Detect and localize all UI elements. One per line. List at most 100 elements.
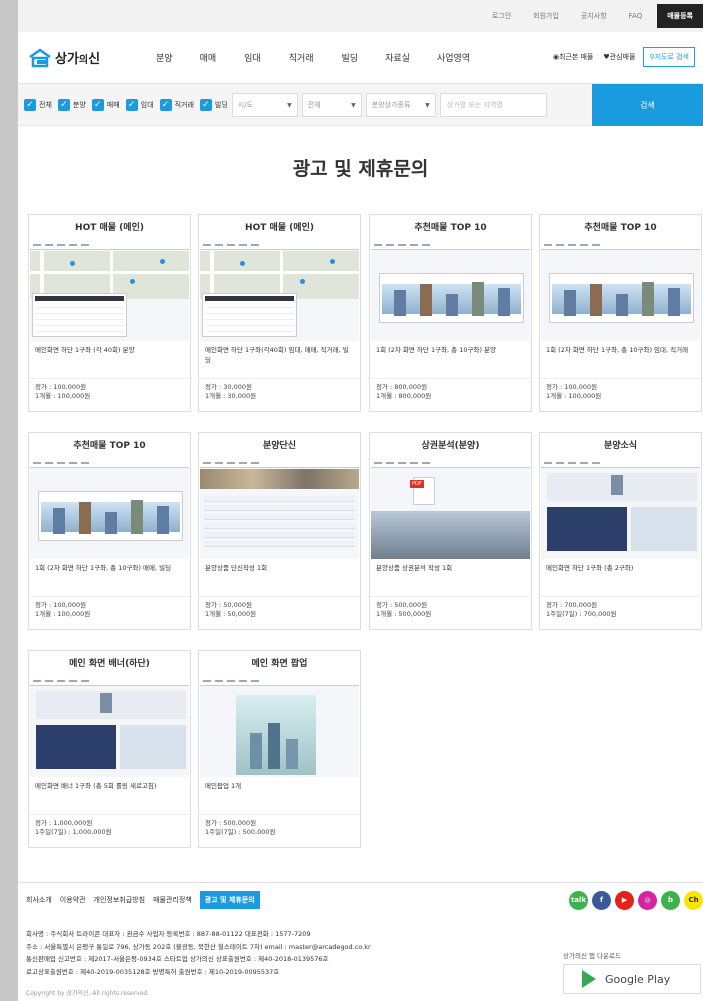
- search-button[interactable]: 검색: [592, 84, 703, 126]
- card-thumbnail: [30, 459, 189, 559]
- footer-link-company[interactable]: 회사소개: [26, 895, 52, 905]
- nav-item-maemae[interactable]: 매매: [200, 51, 217, 64]
- card-period-price: 1개월 : 500,000원: [376, 610, 432, 618]
- favorite-link[interactable]: ♥관심매물: [603, 52, 635, 62]
- thumb-nav: [541, 241, 700, 250]
- facebook-icon[interactable]: f: [592, 891, 611, 910]
- nav-item-business[interactable]: 사업영역: [437, 51, 470, 64]
- thumb-banner: [547, 473, 697, 501]
- card-price: 정가 : 700,000원 1주일(7일) : 700,000원: [540, 597, 701, 629]
- signup-link[interactable]: 회원가입: [533, 11, 559, 21]
- card-price: 정가 : 100,000원 1개월 : 100,000원: [540, 379, 701, 411]
- footer-link-privacy[interactable]: 개인정보취급방침: [94, 895, 146, 905]
- card-period-price: 1개월 : 30,000원: [205, 392, 257, 400]
- card-period-price: 1개월 : 100,000원: [35, 610, 91, 618]
- login-link[interactable]: 로그인: [492, 11, 511, 21]
- top-bar: 로그인 회원가입 공지사항 FAQ 매물등록: [18, 0, 703, 32]
- checkbox-icon: ✓: [125, 98, 138, 111]
- card-period-price: 1주일(7일) : 500,000원: [205, 828, 276, 836]
- nav-item-jikgeorae[interactable]: 직거래: [289, 51, 314, 64]
- main-nav: 분양 매매 임대 직거래 빌딩 자료실 사업영역: [146, 51, 470, 64]
- card-thumbnail: [200, 459, 359, 559]
- nav-item-building[interactable]: 빌딩: [342, 51, 359, 64]
- thumb-photo: [120, 725, 186, 769]
- logo-text-main: 상가: [55, 52, 79, 67]
- ad-product-card[interactable]: 추천매물 TOP 10 1회 (2차 화면 하단 1구좌, 총 10구좌) 분양 정…: [369, 214, 532, 412]
- search-input[interactable]: 상가명 또는 지역명: [439, 92, 547, 117]
- nav-item-bunyang[interactable]: 분양: [156, 51, 173, 64]
- check-jikgeorae[interactable]: ✓ 직거래: [159, 98, 194, 111]
- card-list-price: 정가 : 100,000원: [35, 383, 87, 391]
- ad-product-card[interactable]: 메인 화면 팝업 메인팝업 1개 정가 : 500,000원 1주일(7일) : 50…: [198, 650, 361, 848]
- card-price: 정가 : 100,000원 1개월 : 100,000원: [29, 379, 190, 411]
- header: 상가의신 분양 매매 임대 직거래 빌딩 자료실 사업영역 ◉최근본 매물 ♥관…: [18, 32, 703, 84]
- thumb-nav: [30, 459, 189, 468]
- card-list-price: 정가 : 1,000,000원: [35, 819, 93, 827]
- card-price: 정가 : 500,000원 1주일(7일) : 500,000원: [199, 815, 360, 847]
- checkbox-icon: ✓: [159, 98, 172, 111]
- kakao-icon[interactable]: Ch: [684, 891, 703, 910]
- card-list-price: 정가 : 50,000원: [205, 601, 253, 609]
- card-period-price: 1주일(7일) : 1,000,000원: [35, 828, 112, 836]
- check-bunyang[interactable]: ✓ 분양: [57, 98, 86, 111]
- check-all[interactable]: ✓ 전체: [24, 98, 52, 111]
- card-list-price: 정가 : 500,000원: [376, 601, 428, 609]
- talk-icon[interactable]: talk: [569, 891, 588, 910]
- district-select[interactable]: 전체 ▼: [301, 92, 362, 117]
- card-list-price: 정가 : 800,000원: [376, 383, 428, 391]
- thumb-banner: [36, 691, 186, 719]
- checkbox-icon: ✓: [199, 98, 212, 111]
- google-play-button[interactable]: Google Play: [563, 964, 701, 994]
- chevron-down-icon: ▼: [351, 101, 356, 109]
- card-description: 1회 (2차 화면 하단 1구좌, 총 10구좌) 매매, 빌딩: [29, 559, 190, 597]
- page-title: 광고 및 제휴문의: [292, 158, 429, 180]
- nav-item-archive[interactable]: 자료실: [385, 51, 410, 64]
- check-building[interactable]: ✓ 빌딩: [199, 98, 228, 111]
- card-description: 1회 (2차 화면 하단 1구좌, 총 10구좌) 임대, 직거래: [540, 341, 701, 379]
- card-title: 추천매물 TOP 10: [584, 223, 657, 233]
- thumb-nav: [200, 241, 359, 250]
- thumb-popup: [236, 695, 316, 775]
- thumb-nav: [371, 241, 530, 250]
- card-thumbnail: [200, 677, 359, 777]
- card-thumbnail: [200, 241, 359, 341]
- checkbox-icon: ✓: [57, 98, 70, 111]
- check-maemae[interactable]: ✓ 매매: [91, 98, 120, 111]
- card-price: 정가 : 50,000원 1개월 : 50,000원: [199, 597, 360, 629]
- company-info: 회사명 : 주식회사 트라이콘 대표자 : 권금수 사업자 등록번호 : 887…: [26, 928, 371, 978]
- company-info-line: 주소 : 서울특별시 은평구 통일로 796, 상가동 202호 (불광동, 북…: [26, 942, 371, 951]
- card-price: 정가 : 30,000원 1개월 : 30,000원: [199, 379, 360, 411]
- instagram-icon[interactable]: ◎: [638, 891, 657, 910]
- card-description: 메인화면 배너 1구좌 (총 5회 롤링 새로고침): [29, 777, 190, 815]
- map-search-button[interactable]: ⚲지도로 검색: [643, 47, 695, 67]
- type-select[interactable]: 분양상가종류 ▼: [365, 92, 436, 117]
- region-select[interactable]: 시/도 ▼: [231, 92, 298, 117]
- card-title: 추천매물 TOP 10: [73, 441, 146, 451]
- footer-link-listing-policy[interactable]: 매물관리정책: [153, 895, 192, 905]
- recent-viewed-link[interactable]: ◉최근본 매물: [553, 52, 594, 62]
- ad-product-card[interactable]: 분양단신 분양상품 단신작성 1회 정가 : 50,000원 1개월 : 50,000…: [198, 432, 361, 630]
- card-title: 분양소식: [603, 441, 638, 451]
- ad-product-card[interactable]: HOT 매물 (메인) 메인화면 하단 1구좌(각40회) 임대, 매매, 직거래…: [198, 214, 361, 412]
- thumb-table: [202, 293, 297, 337]
- logo[interactable]: 상가의신: [28, 47, 146, 68]
- card-thumbnail: PDF: [371, 459, 530, 559]
- youtube-icon[interactable]: ▶: [615, 891, 634, 910]
- footer-link-ads[interactable]: 광고 및 제휴문의: [199, 890, 260, 909]
- footer-link-terms[interactable]: 이용약관: [60, 895, 86, 905]
- ad-product-card[interactable]: 메인 화면 배너(하단) 메인화면 배너 1구좌 (총 5회 롤링 새로고침) 정가…: [28, 650, 191, 848]
- ad-product-card[interactable]: HOT 매물 (메인) 메인화면 하단 1구좌 (각 40회) 분양 정가 : 10…: [28, 214, 191, 412]
- faq-link[interactable]: FAQ: [629, 12, 643, 20]
- notice-link[interactable]: 공지사항: [581, 11, 607, 21]
- card-title: 메인 화면 팝업: [251, 659, 308, 669]
- ad-product-card[interactable]: 상권분석(분양) PDF 분양상품 상권분석 작성 1회 정가 : 500,000원 1…: [369, 432, 532, 630]
- ad-product-card[interactable]: 추천매물 TOP 10 1회 (2차 화면 하단 1구좌, 총 10구좌) 매매,…: [28, 432, 191, 630]
- register-listing-button[interactable]: 매물등록: [657, 4, 703, 28]
- card-description: 메인화면 하단 1구좌(각40회) 임대, 매매, 직거래, 빌딩: [199, 341, 360, 379]
- ad-product-card[interactable]: 분양소식 메인화면 하단 1구좌 (총 2구좌) 정가 : 700,000원 1주일(…: [539, 432, 702, 630]
- ad-product-card[interactable]: 추천매물 TOP 10 1회 (2차 화면 하단 1구좌, 총 10구좌) 임대,…: [539, 214, 702, 412]
- check-imdae[interactable]: ✓ 임대: [125, 98, 154, 111]
- card-title: 메인 화면 배너(하단): [69, 659, 150, 669]
- nav-item-imdae[interactable]: 임대: [244, 51, 261, 64]
- band-icon[interactable]: b: [661, 891, 680, 910]
